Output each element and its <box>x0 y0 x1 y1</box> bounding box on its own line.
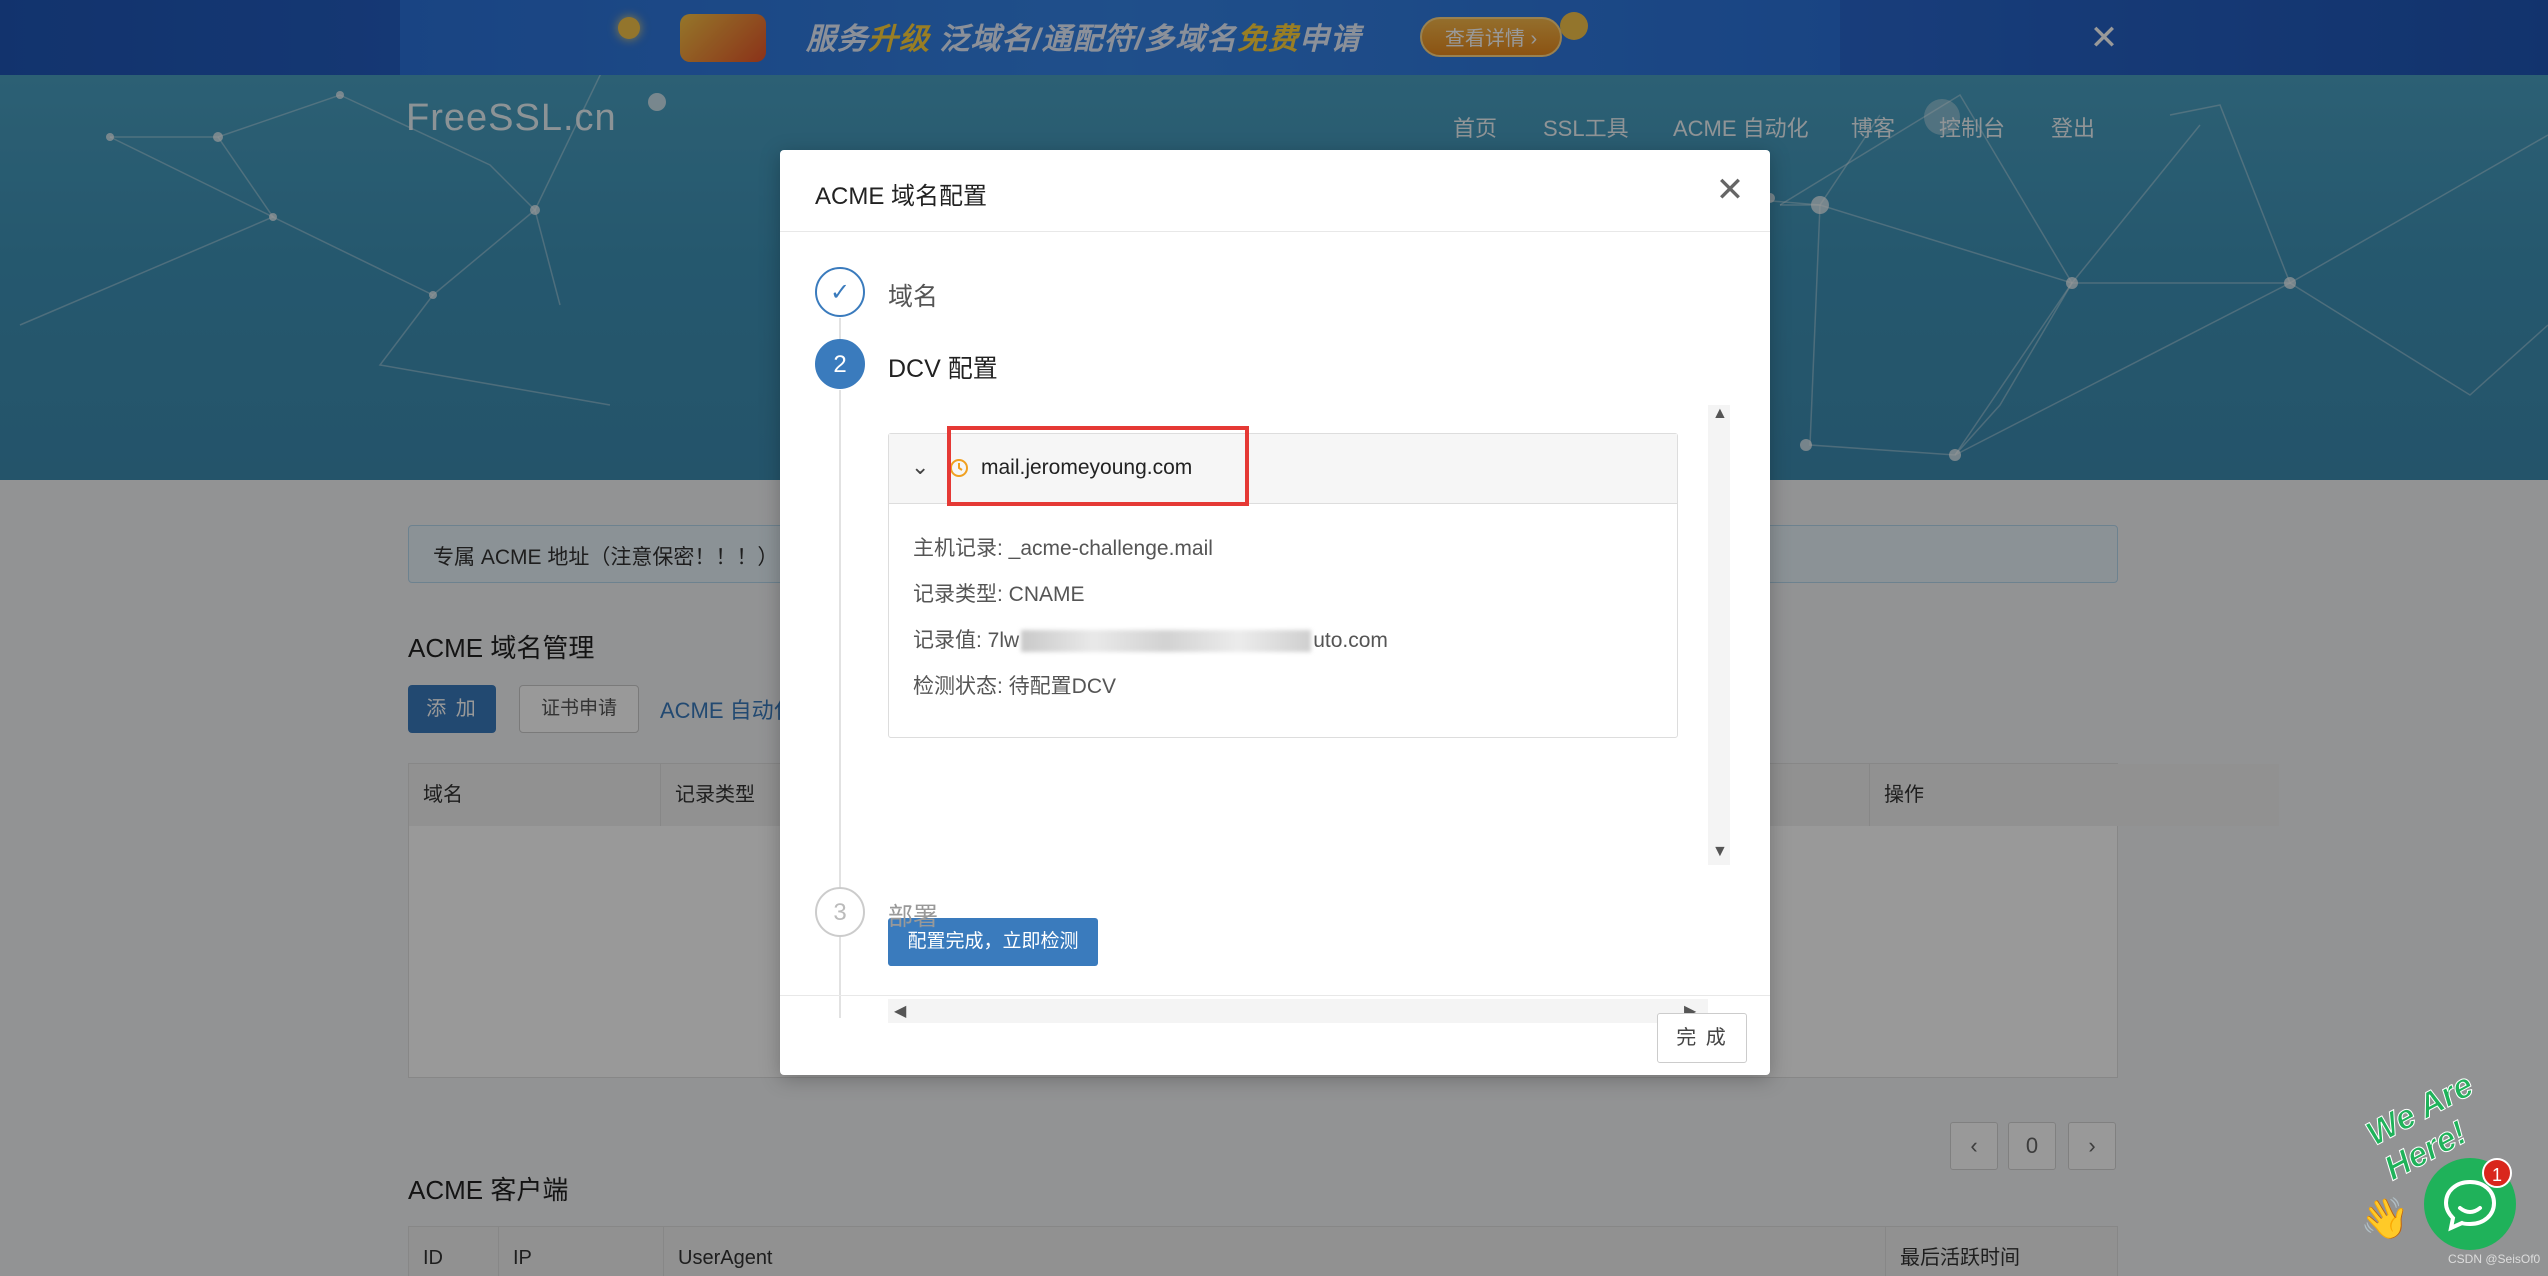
annotation-highlight-box <box>947 426 1249 506</box>
watermark: CSDN @SeisOf0 <box>2448 1252 2541 1266</box>
check-status: 检测状态: 待配置DCV <box>913 675 1117 698</box>
dialog-close-icon[interactable]: ✕ <box>1712 172 1748 208</box>
record-type: 记录类型: CNAME <box>913 583 1085 606</box>
finish-button[interactable]: 完 成 <box>1657 1013 1747 1063</box>
vertical-scrollbar[interactable]: ▲ ▼ <box>1708 405 1730 865</box>
step-1-check-icon: ✓ <box>815 267 865 317</box>
dcv-scroll-area[interactable]: ⌄ mail.jeromeyoung.com 主机记录: _acme-chall… <box>888 405 1730 1023</box>
waving-hand-icon: 👋 <box>2360 1197 2410 1241</box>
dialog-title: ACME 域名配置 <box>815 183 988 210</box>
host-record: 主机记录: _acme-challenge.mail <box>913 537 1213 560</box>
scroll-up-icon[interactable]: ▲ <box>1712 405 1728 423</box>
record-value: 记录值: 7lw uto.com <box>913 629 1388 653</box>
redacted-value <box>1021 630 1312 653</box>
step-2-label: DCV 配置 <box>888 355 998 383</box>
step-2-number: 2 <box>815 339 865 389</box>
domain-dcv-panel: ⌄ mail.jeromeyoung.com 主机记录: _acme-chall… <box>888 426 1678 738</box>
step-1-label: 域名 <box>888 283 939 311</box>
domain-panel-header[interactable]: ⌄ mail.jeromeyoung.com <box>889 426 1677 506</box>
unread-badge: 1 <box>2482 1158 2512 1188</box>
chevron-down-icon[interactable]: ⌄ <box>911 454 929 480</box>
dialog-header: ACME 域名配置 ✕ <box>780 150 1770 232</box>
step-3-number: 3 <box>815 887 865 937</box>
scroll-down-icon[interactable]: ▼ <box>1712 843 1728 861</box>
step-3-label: 部署 <box>888 903 939 931</box>
acme-domain-config-dialog: ACME 域名配置 ✕ ✓ 域名 2 DCV 配置 ⌄ mail.jeromey… <box>780 150 1770 1075</box>
dialog-footer: 完 成 <box>780 995 1770 1075</box>
